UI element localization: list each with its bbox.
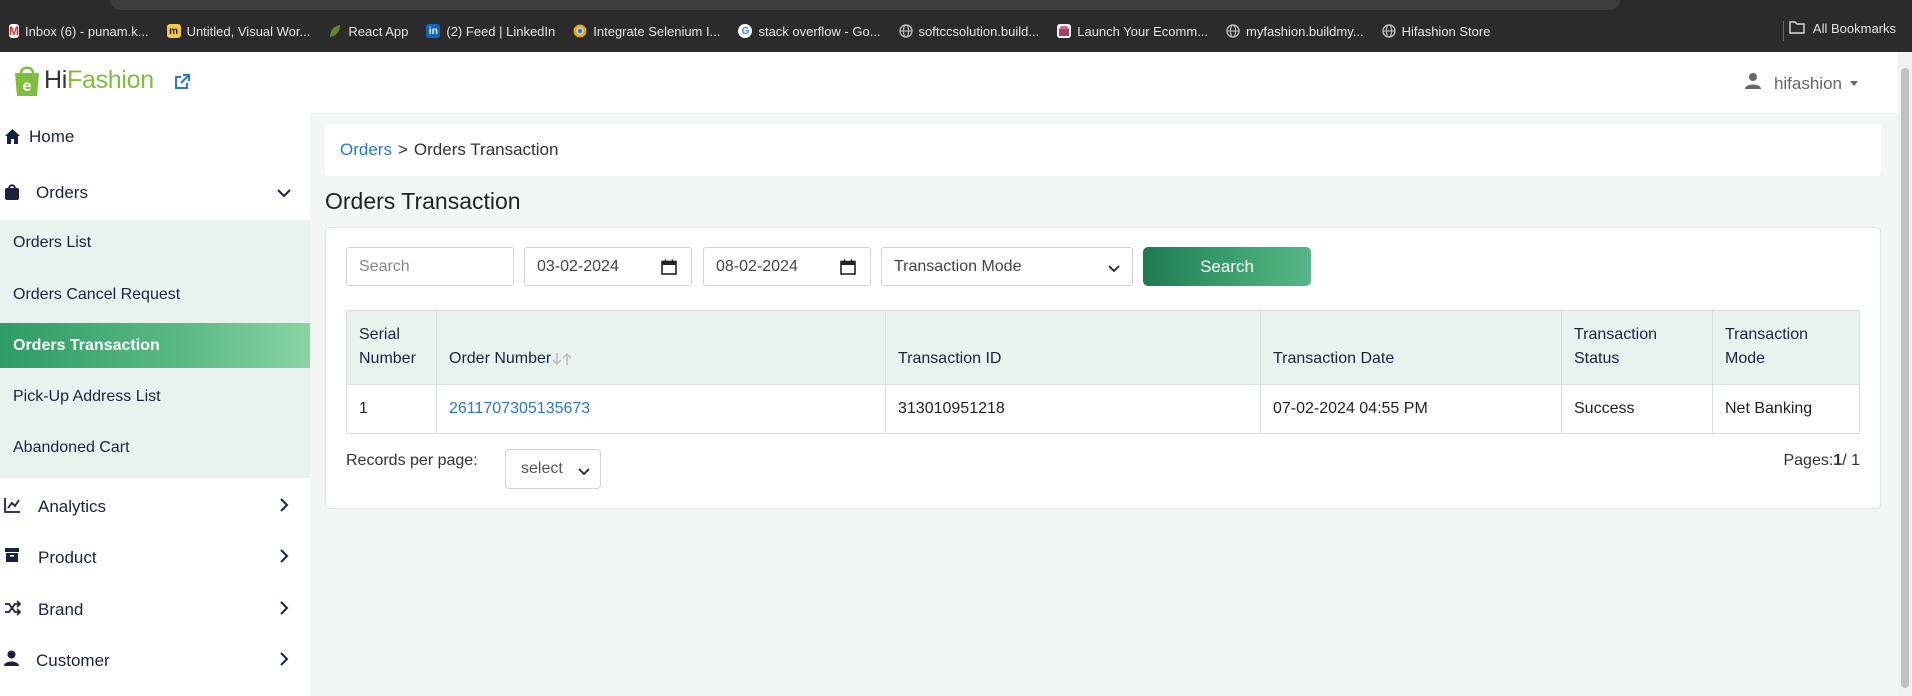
from-date-input[interactable]: 03-02-2024 [524,247,692,286]
cell-transaction-date: 07-02-2024 04:55 PM [1260,384,1562,434]
cell-order-number: 2611707305135673 [436,384,886,434]
sidebar-item-home[interactable]: Home [0,125,310,149]
google-icon: G [738,24,753,38]
page-title: Orders Transaction [325,188,521,214]
all-bookmarks-button[interactable]: All Bookmarks [1789,20,1896,37]
transactions-card: Search 03-02-2024 08-02-2024 Transaction… [325,227,1881,509]
bookmark-launch-ecomm[interactable]: Launch Your Ecomm... [1048,24,1217,39]
svg-text:e: e [23,78,32,95]
column-header-transaction-date[interactable]: Transaction Date [1260,310,1562,385]
breadcrumb-separator: > [397,140,408,159]
home-icon [4,128,22,146]
external-link-icon[interactable] [172,72,192,92]
cell-serial-number: 1 [346,384,437,434]
sidebar-item-customer[interactable]: Customer [0,649,310,673]
gmail-icon: M [9,24,19,38]
store-icon [1057,24,1072,38]
shopping-bag-icon [4,183,22,201]
bookmark-list: M Inbox (6) - punam.k... m Untitled, Vis… [0,20,1499,42]
sidebar-item-product[interactable]: Product [0,546,310,570]
globe-icon [898,24,913,38]
globe-icon [1226,24,1240,38]
app-header: e HiFashion hifashion [0,52,1898,113]
column-header-serial-number[interactable]: Serial Number [346,310,437,385]
cell-transaction-mode: Net Banking [1712,384,1860,434]
transaction-mode-select[interactable]: Transaction Mode [881,247,1133,286]
user-icon [4,650,22,668]
line-chart-icon [4,497,22,515]
linkedin-icon: in [426,24,441,38]
bookmark-selenium[interactable]: Integrate Selenium I... [564,24,729,39]
folder-icon [1789,20,1805,37]
transactions-table: Serial Number Order Number Transaction ID… [346,310,1860,434]
browser-bookmark-bar: M Inbox (6) - punam.k... m Untitled, Vis… [0,0,1912,52]
to-date-input[interactable]: 08-02-2024 [703,247,871,286]
table-row: 1 2611707305135673 313010951218 07-02-20… [346,384,1860,434]
breadcrumb: Orders > Orders Transaction [325,124,1881,176]
username: hifashion [1773,73,1842,93]
search-input[interactable]: Search [346,247,514,286]
browser-address-strip [110,0,1620,10]
bookmark-separator [1783,21,1784,41]
sidebar-item-orders[interactable]: Orders [0,181,310,205]
sidebar-item-pickup-address-list[interactable]: Pick-Up Address List [0,374,310,419]
sidebar-item-orders-list[interactable]: Orders List [0,220,310,265]
page-scrollbar[interactable] [1898,52,1912,696]
chevron-right-icon [276,497,292,513]
chevron-down-icon [1108,261,1120,273]
archive-box-icon [4,547,22,565]
chevron-right-icon [276,651,292,667]
sidebar-item-abandoned-cart[interactable]: Abandoned Cart [0,425,310,470]
breadcrumb-orders-link[interactable]: Orders [340,140,392,160]
orders-submenu: Orders List Orders Cancel Request Orders… [0,220,310,478]
scrollbar-thumb[interactable] [1901,68,1909,688]
records-per-page-select[interactable]: select [505,449,601,489]
sidebar: Home Orders Orders List Orders Cancel Re… [0,113,310,696]
sidebar-item-brand[interactable]: Brand [0,598,310,622]
bookmark-react-app[interactable]: React App [319,24,417,39]
globe-icon [1381,24,1396,38]
column-header-transaction-mode[interactable]: Transaction Mode [1712,310,1860,385]
column-header-order-number[interactable]: Order Number [436,310,886,385]
sort-icon[interactable] [551,351,575,367]
table-header-row: Serial Number Order Number Transaction ID… [346,310,1860,385]
logo[interactable]: e HiFashion [12,62,154,98]
user-icon [1744,72,1762,95]
sidebar-item-orders-cancel-request[interactable]: Orders Cancel Request [0,272,310,317]
page-indicator: Pages:1/ 1 [1783,452,1860,469]
bookmark-myfashion[interactable]: myfashion.buildmy... [1217,24,1373,39]
column-header-transaction-id[interactable]: Transaction ID [885,310,1261,385]
column-header-transaction-status[interactable]: Transaction Status [1561,310,1713,385]
chevron-down-icon [276,185,292,201]
records-per-page-label: Records per page: [346,452,478,469]
bookmark-stackoverflow[interactable]: G stack overflow - Go... [729,24,889,39]
user-menu[interactable]: hifashion [1744,72,1858,95]
bookmark-hifashion-store[interactable]: Hifashion Store [1373,24,1500,39]
bookmark-gmail[interactable]: M Inbox (6) - punam.k... [0,24,158,39]
chevron-right-icon [276,600,292,616]
calendar-icon[interactable] [661,259,677,275]
cell-transaction-status: Success [1561,384,1713,434]
shopping-bag-logo-icon: e [12,62,42,98]
leaf-icon [328,24,342,38]
sidebar-item-analytics[interactable]: Analytics [0,495,310,519]
chrome-icon [573,24,587,38]
caret-down-icon [1850,81,1858,86]
breadcrumb-current: Orders Transaction [413,140,559,159]
bookmark-linkedin[interactable]: in (2) Feed | LinkedIn [417,24,564,39]
cell-transaction-id: 313010951218 [885,384,1261,434]
chevron-down-icon [578,464,590,476]
search-button[interactable]: Search [1143,247,1311,286]
sidebar-item-orders-transaction[interactable]: Orders Transaction [0,323,310,368]
shuffle-icon [4,600,22,618]
logo-text: HiFashion [44,65,154,94]
bookmark-softcc[interactable]: softccsolution.build... [890,24,1049,39]
chevron-right-icon [276,548,292,564]
calendar-icon[interactable] [840,259,856,275]
order-number-link[interactable]: 2611707305135673 [449,400,590,417]
current-page: 1 [1833,452,1843,469]
miro-icon: m [166,24,181,38]
bookmark-miro[interactable]: m Untitled, Visual Wor... [158,24,320,39]
